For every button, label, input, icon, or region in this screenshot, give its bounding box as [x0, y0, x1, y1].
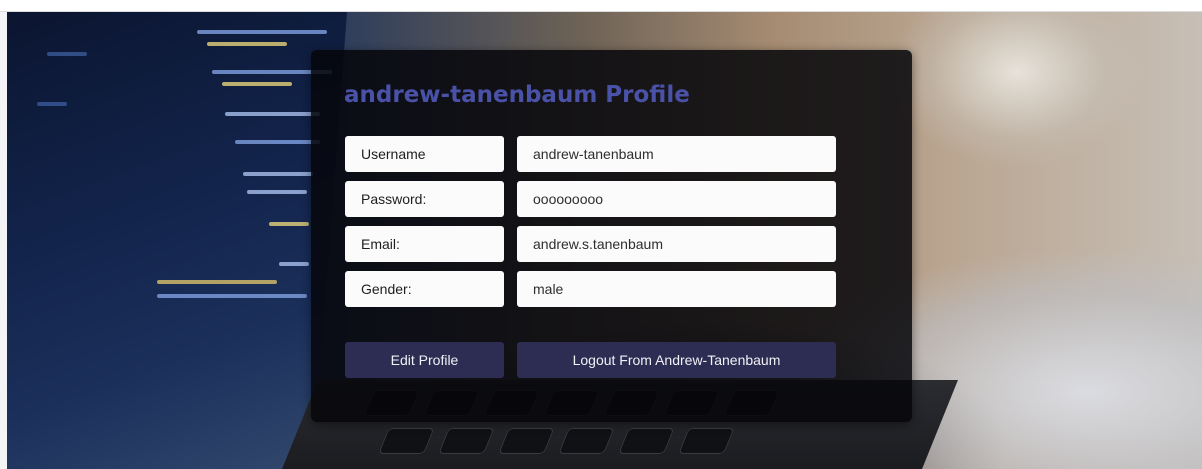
code-line [243, 172, 313, 176]
keyboard-key [678, 428, 735, 454]
code-line [157, 280, 277, 284]
profile-page: andrew-tanenbaum Profile Username Passwo… [0, 0, 1202, 469]
page-title: andrew-tanenbaum Profile [344, 82, 690, 108]
gender-field[interactable] [517, 271, 836, 307]
profile-card: andrew-tanenbaum Profile Username Passwo… [311, 50, 912, 422]
code-line [247, 190, 307, 194]
code-line [157, 294, 307, 298]
password-label: Password: [345, 181, 504, 217]
keyboard-key [378, 428, 435, 454]
keyboard-key [558, 428, 615, 454]
email-field[interactable] [517, 226, 836, 262]
code-line [197, 30, 327, 34]
gender-label: Gender: [345, 271, 504, 307]
code-line [269, 222, 309, 226]
username-label: Username [345, 136, 504, 172]
code-line [225, 112, 320, 116]
email-label: Email: [345, 226, 504, 262]
logout-button[interactable]: Logout From Andrew-Tanenbaum [517, 342, 836, 378]
code-line [222, 82, 292, 86]
password-field[interactable] [517, 181, 836, 217]
keyboard-key [618, 428, 675, 454]
keyboard-key [438, 428, 495, 454]
username-field[interactable] [517, 136, 836, 172]
keyboard-key [498, 428, 555, 454]
edit-profile-button[interactable]: Edit Profile [345, 342, 504, 378]
code-line [37, 102, 67, 106]
code-line [47, 52, 87, 56]
code-line [207, 42, 287, 46]
code-line [279, 262, 309, 266]
laptop-screen-image [7, 12, 347, 469]
code-line [235, 140, 320, 144]
top-border [0, 0, 1202, 12]
